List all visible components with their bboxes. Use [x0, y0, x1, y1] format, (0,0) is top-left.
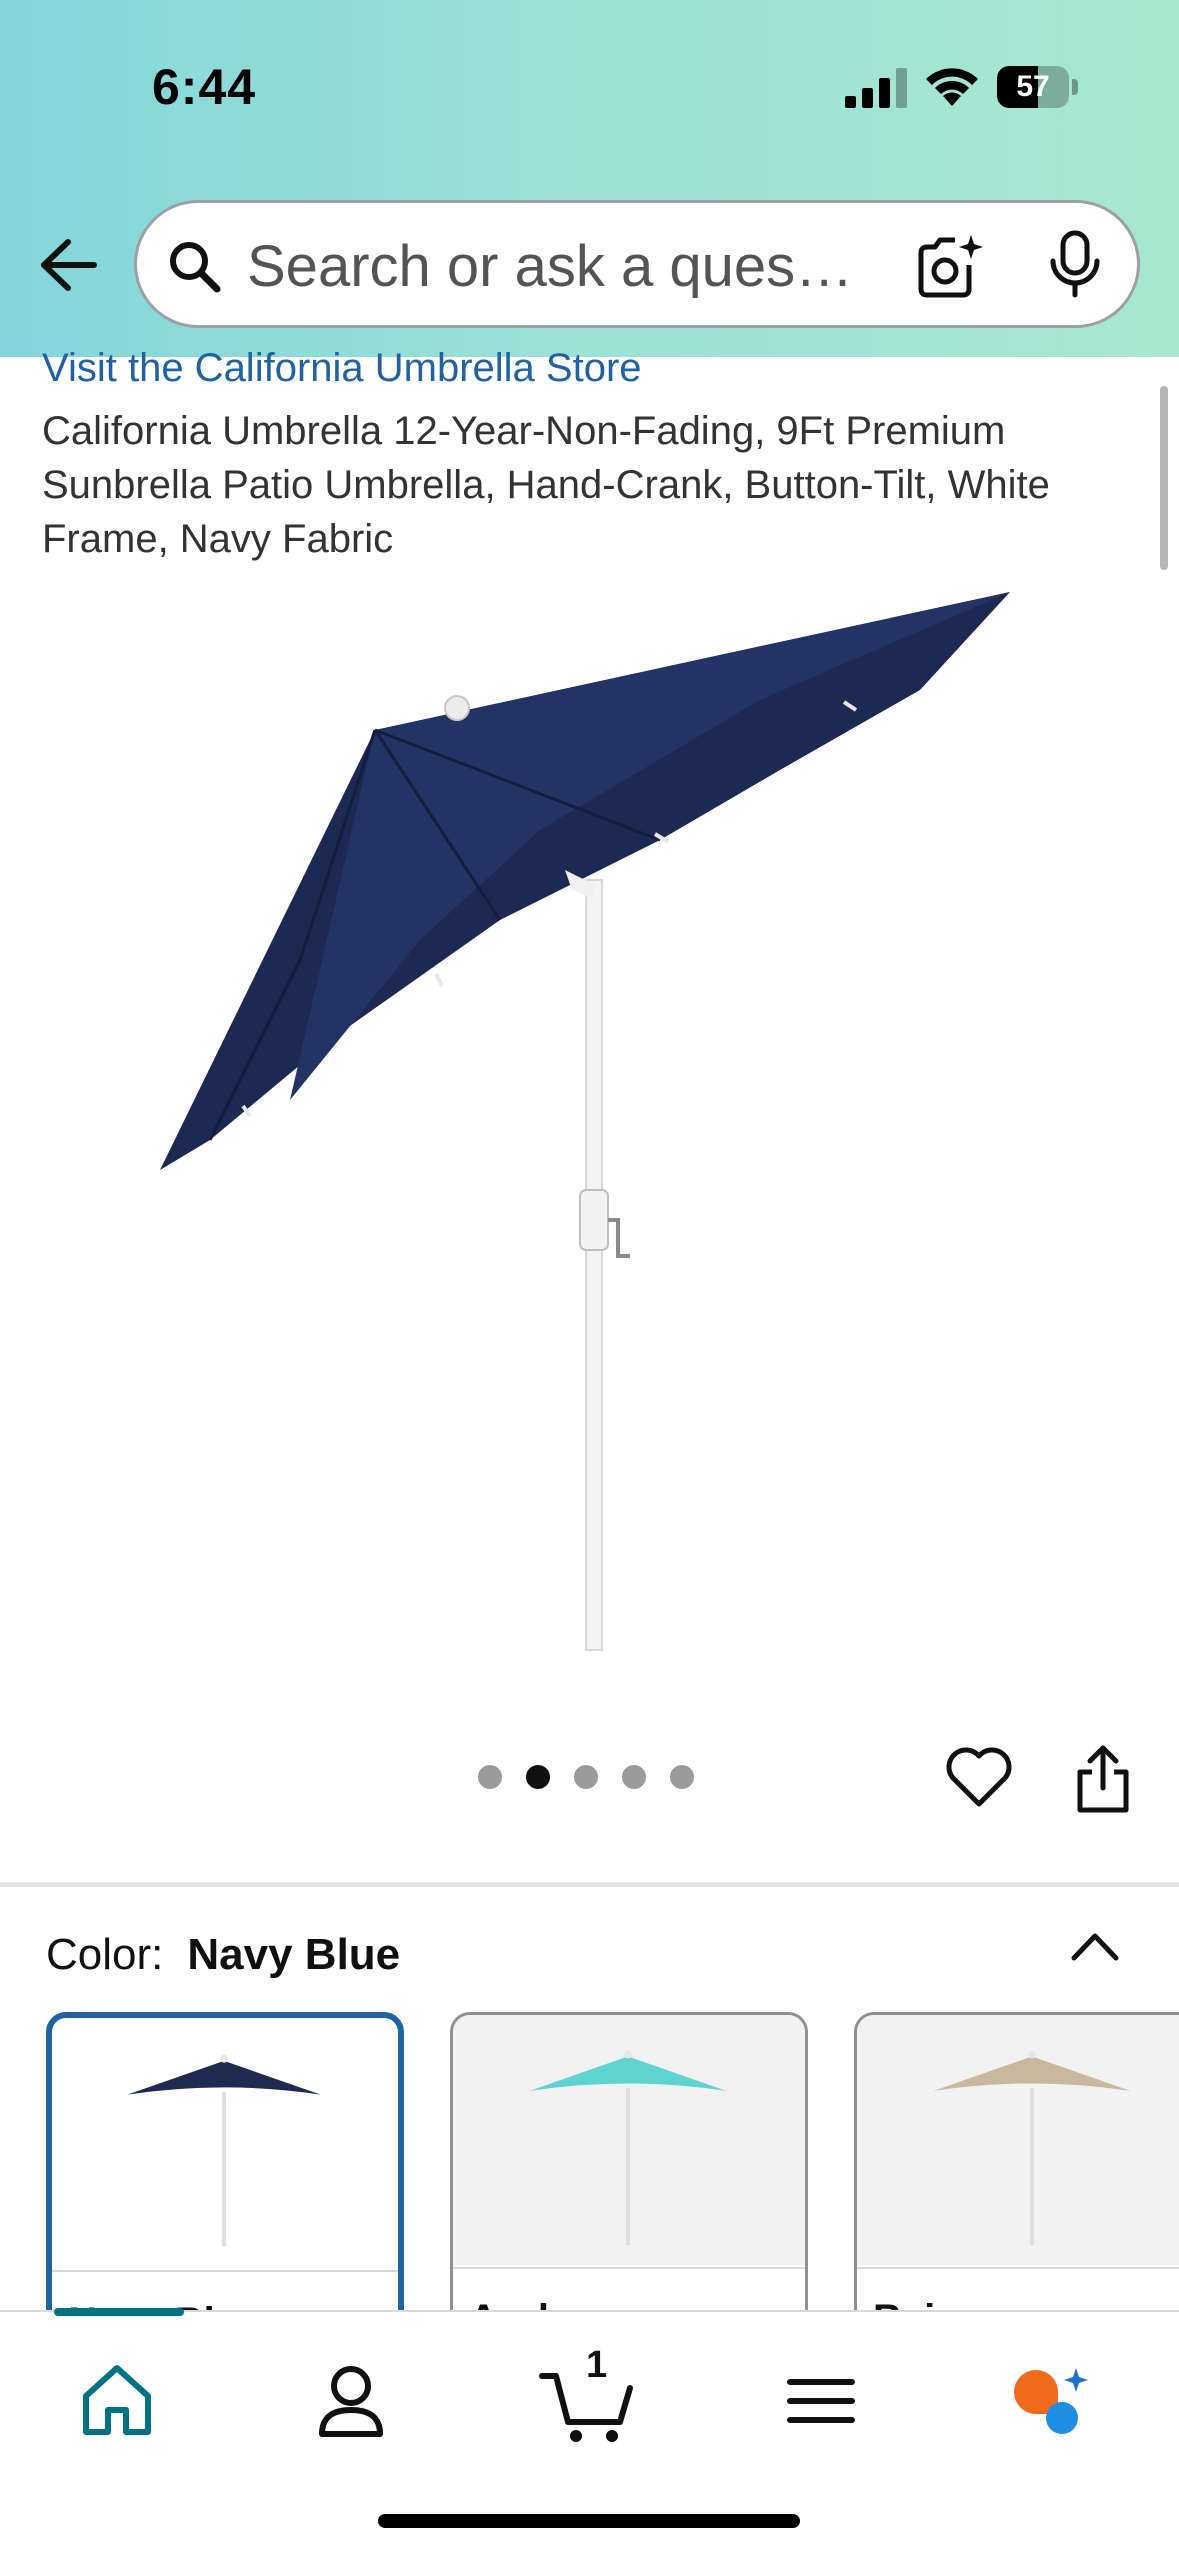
color-label-text: Color:: [46, 1930, 164, 1979]
wifi-icon: [926, 68, 978, 106]
carousel-dot[interactable]: [478, 1765, 502, 1789]
swatch-image: [857, 2015, 1179, 2265]
carousel-dot[interactable]: [574, 1765, 598, 1789]
product-title: California Umbrella 12-Year-Non-Fading, …: [42, 409, 1050, 561]
search-input[interactable]: [247, 231, 867, 301]
home-indicator: [378, 2514, 800, 2528]
status-time: 6:44: [152, 59, 257, 115]
header: 6:44 57: [0, 0, 1179, 357]
carousel-dot[interactable]: [622, 1765, 646, 1789]
active-tab-indicator: [54, 2308, 184, 2316]
search-icon: [170, 242, 221, 293]
carousel-dot[interactable]: [526, 1765, 550, 1789]
swatch-image: [453, 2015, 805, 2265]
back-arrow-icon[interactable]: [34, 228, 98, 302]
image-carousel-dots[interactable]: [478, 1765, 694, 1793]
scroll-indicator: [1160, 386, 1168, 570]
heart-icon[interactable]: [944, 1742, 1014, 1812]
section-divider: [0, 1882, 1179, 1887]
menu-icon[interactable]: [776, 2356, 866, 2446]
selected-color: Navy Blue: [187, 1930, 401, 1979]
microphone-icon[interactable]: [1045, 229, 1105, 301]
product-image[interactable]: [140, 580, 1040, 1660]
battery-percent: 57: [1016, 70, 1050, 103]
rufus-icon[interactable]: [1006, 2356, 1096, 2446]
carousel-dot[interactable]: [670, 1765, 694, 1789]
cellular-signal-icon: [845, 68, 907, 108]
search-bar[interactable]: [134, 200, 1140, 328]
battery-icon: 57: [997, 66, 1078, 108]
home-icon[interactable]: [72, 2356, 162, 2446]
store-link[interactable]: Visit the California Umbrella Store: [42, 346, 642, 391]
chevron-up-icon[interactable]: [1066, 1926, 1124, 1966]
account-icon[interactable]: [306, 2356, 396, 2446]
color-label: Color: Navy Blue: [46, 1930, 400, 1980]
swatch-image: [127, 2055, 321, 2247]
camera-search-icon[interactable]: [915, 231, 985, 301]
cart-count: 1: [586, 2344, 608, 2386]
cart-tab[interactable]: 1: [538, 2344, 638, 2446]
share-icon[interactable]: [1072, 1742, 1134, 1816]
